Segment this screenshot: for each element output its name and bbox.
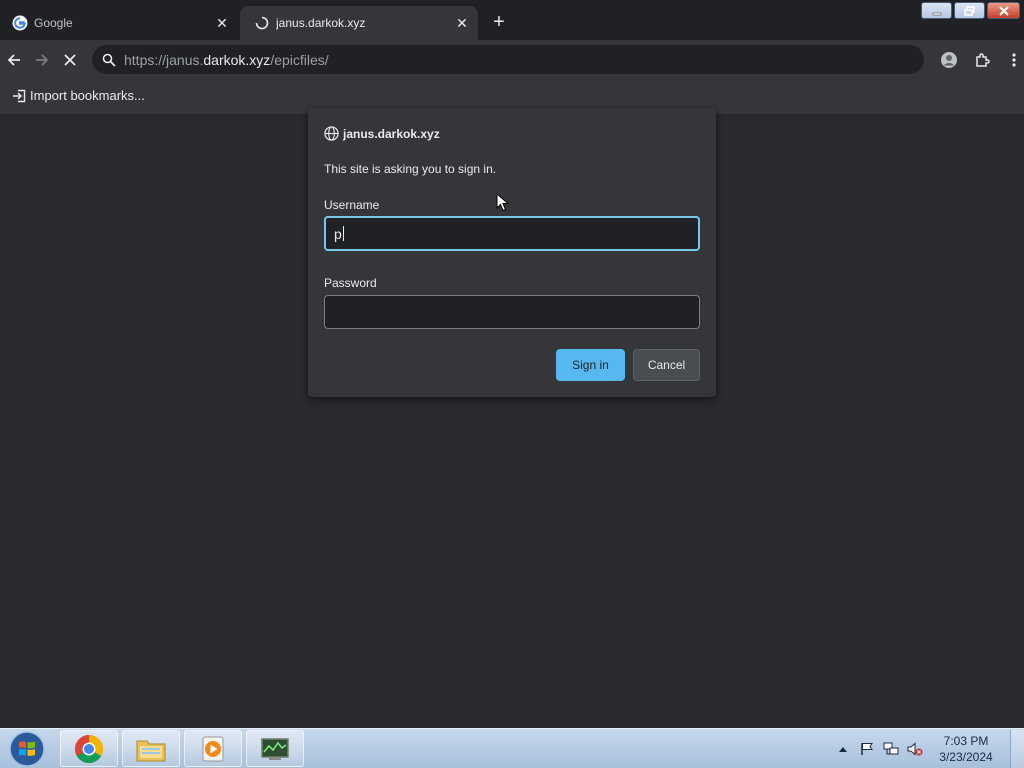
taskbar: 7:03 PM 3/23/2024: [0, 728, 1024, 768]
taskbar-app-chrome[interactable]: [60, 730, 118, 767]
dialog-site: janus.darkok.xyz: [343, 126, 440, 141]
restore-button[interactable]: [954, 2, 985, 19]
url-scheme: https://janus.: [124, 51, 204, 68]
window-controls: [921, 2, 1020, 19]
arrow-right-icon: [36, 54, 49, 66]
close-icon[interactable]: ✕: [452, 13, 472, 33]
clock-date: 3/23/2024: [939, 750, 993, 764]
flag-icon: [861, 743, 873, 755]
search-icon: [102, 53, 116, 67]
cancel-button[interactable]: Cancel: [633, 349, 700, 381]
system-tray: 7:03 PM 3/23/2024: [834, 729, 1024, 768]
avatar-icon: [941, 52, 957, 68]
dialog-message: This site is asking you to sign in.: [324, 162, 497, 176]
taskbar-app-media-player[interactable]: [184, 730, 242, 767]
close-window-button[interactable]: [987, 2, 1020, 19]
kebab-menu-icon: [1012, 53, 1016, 67]
taskbar-app-explorer[interactable]: [122, 730, 180, 767]
start-button[interactable]: [4, 730, 50, 768]
text-caret: [342, 226, 344, 241]
forward-button[interactable]: [30, 48, 54, 72]
globe-icon: [324, 126, 339, 141]
stop-loading-button[interactable]: [58, 48, 82, 72]
new-tab-button[interactable]: +: [488, 12, 510, 34]
clock[interactable]: 7:03 PM 3/23/2024: [930, 733, 1002, 765]
import-bookmarks-button[interactable]: Import bookmarks...: [12, 88, 145, 103]
chevron-up-icon: [839, 747, 847, 752]
password-field[interactable]: [324, 295, 700, 329]
profile-button[interactable]: [939, 50, 959, 70]
task-manager-icon: [261, 737, 289, 760]
close-icon[interactable]: ✕: [212, 13, 232, 33]
url-path: /epicfiles/: [270, 51, 329, 68]
chrome-icon: [75, 734, 103, 763]
restore-icon: [963, 5, 975, 16]
tab-janus[interactable]: janus.darkok.xyz ✕: [240, 6, 478, 40]
close-icon: [998, 5, 1009, 16]
clock-time: 7:03 PM: [943, 734, 989, 748]
mouse-cursor-icon: [496, 193, 510, 212]
loading-spinner-icon: [254, 15, 270, 31]
back-button[interactable]: [2, 48, 26, 72]
import-bookmarks-label: Import bookmarks...: [30, 88, 145, 103]
url-host: darkok.xyz: [203, 51, 271, 68]
minimize-icon: [932, 12, 941, 15]
username-field[interactable]: p: [324, 216, 700, 251]
puzzle-icon: [976, 53, 990, 67]
google-g-icon: [12, 15, 28, 31]
tab-google[interactable]: Google ✕: [0, 6, 238, 40]
sign-in-button[interactable]: Sign in: [556, 349, 625, 381]
password-label: Password: [324, 276, 377, 290]
volume-button[interactable]: [906, 740, 924, 758]
extensions-button[interactable]: [972, 50, 992, 70]
network-icon: [883, 742, 899, 755]
import-icon: [13, 89, 26, 102]
tab-title: Google: [34, 16, 73, 30]
stop-x-icon: [64, 54, 76, 66]
show-hidden-icons-button[interactable]: [834, 740, 852, 758]
tab-title: janus.darkok.xyz: [276, 16, 366, 30]
action-center-button[interactable]: [858, 740, 876, 758]
volume-muted-icon: [907, 742, 923, 756]
show-desktop-button[interactable]: [1010, 730, 1024, 768]
minimize-button[interactable]: [921, 2, 952, 19]
network-button[interactable]: [882, 740, 900, 758]
plus-icon: +: [493, 11, 505, 33]
arrow-left-icon: [7, 54, 20, 66]
dialog-header: janus.darkok.xyz: [324, 126, 440, 141]
url-text: https://janus.darkok.xyz/epicfiles/: [124, 52, 329, 68]
browser-toolbar: https://janus.darkok.xyz/epicfiles/: [0, 40, 1024, 80]
media-player-icon: [202, 736, 224, 761]
windows-start-orb-icon: [9, 731, 45, 767]
taskbar-app-task-manager[interactable]: [246, 730, 304, 767]
folder-icon: [136, 740, 166, 761]
username-value: p: [334, 225, 342, 242]
browser-menu-button[interactable]: [1004, 50, 1024, 70]
address-bar[interactable]: https://janus.darkok.xyz/epicfiles/: [92, 45, 924, 74]
username-label: Username: [324, 198, 380, 212]
tab-strip: Google ✕ janus.darkok.xyz ✕ +: [0, 0, 1024, 40]
sign-in-dialog: janus.darkok.xyz This site is asking you…: [308, 108, 716, 397]
